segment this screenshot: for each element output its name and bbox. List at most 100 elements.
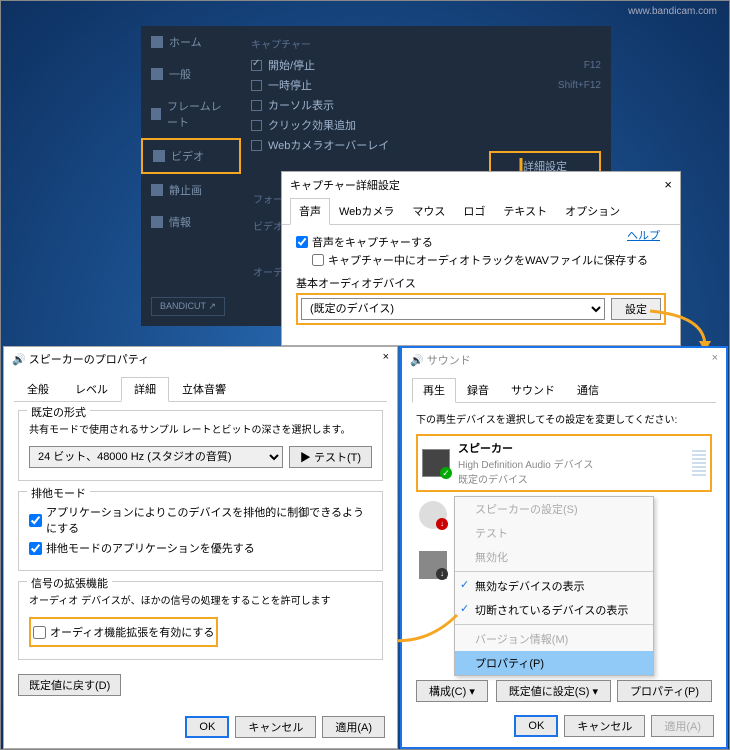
default-format-group: 既定の形式 共有モードで使用されるサンプル レートとビットの深さを選択します。 …	[18, 410, 383, 481]
check-cursor[interactable]: カーソル表示	[251, 95, 601, 115]
checkbox[interactable]	[29, 514, 42, 527]
ok-button[interactable]: OK	[514, 715, 558, 737]
cancel-button[interactable]: キャンセル	[564, 715, 645, 737]
check-label: アプリケーションによりこのデバイスを排他的に制御できるようにする	[46, 504, 372, 536]
menu-test[interactable]: テスト	[455, 521, 653, 545]
test-button[interactable]: ▶ テスト(T)	[289, 446, 372, 468]
check-label: 音声をキャプチャーする	[312, 234, 433, 250]
tab-webcam[interactable]: Webカメラ	[330, 198, 403, 224]
checkbox[interactable]	[33, 626, 46, 639]
tab-recording[interactable]: 録音	[456, 378, 500, 402]
image-icon	[151, 184, 163, 196]
group-title: 排他モード	[27, 485, 90, 501]
dialog-titlebar: キャプチャー詳細設定 ×	[282, 172, 680, 198]
ok-button[interactable]: OK	[185, 716, 229, 738]
tab-spatial[interactable]: 立体音響	[169, 377, 239, 401]
video-icon	[153, 150, 165, 162]
sidebar-video[interactable]: ビデオ	[141, 138, 241, 174]
tab-playback[interactable]: 再生	[412, 378, 456, 403]
sound-desc: 下の再生デバイスを選択してその設定を変更してください:	[416, 411, 712, 426]
close-button[interactable]: ×	[664, 177, 672, 193]
check-label: カーソル表示	[268, 97, 334, 113]
down-arrow-icon: ↓	[436, 518, 448, 530]
apply-button[interactable]: 適用(A)	[322, 716, 385, 738]
bandicut-link[interactable]: BANDICUT ↗	[151, 297, 225, 316]
tab-text[interactable]: テキスト	[494, 198, 556, 224]
check-label: Webカメラオーバーレイ	[268, 137, 389, 153]
check-label: 一時停止	[268, 77, 312, 93]
sidebar-framerate-label: フレームレート	[167, 98, 231, 130]
menu-show-disabled[interactable]: 無効なデバイスの表示	[455, 574, 653, 598]
capture-body: 音声をキャプチャーする キャプチャー中にオーディオトラックをWAVファイルに保存…	[282, 225, 680, 333]
context-menu-area: ↓ ↓ スピーカーの設定(S) テスト 無効化 無効なデバイスの表示 切断されて…	[454, 496, 712, 676]
hotkey: F12	[584, 60, 601, 71]
format-row: 24 ビット、48000 Hz (スタジオの音質) ▶ テスト(T)	[29, 446, 372, 468]
tab-audio[interactable]: 音声	[290, 198, 330, 225]
checkbox-icon	[251, 100, 262, 111]
priority-exclusive-check[interactable]: 排他モードのアプリケーションを優先する	[29, 538, 372, 558]
device-info: スピーカー High Definition Audio デバイス 既定のデバイス	[458, 440, 593, 486]
enhance-desc: オーディオ デバイスが、ほかの信号の処理をすることを許可します	[29, 592, 372, 607]
help-link[interactable]: ヘルプ	[627, 227, 660, 243]
tab-options[interactable]: オプション	[556, 198, 629, 224]
allow-exclusive-check[interactable]: アプリケーションによりこのデバイスを排他的に制御できるようにする	[29, 502, 372, 538]
device-driver: High Definition Audio デバイス	[458, 456, 593, 471]
sidebar-info[interactable]: 情報	[141, 206, 241, 238]
checkbox[interactable]	[29, 542, 42, 555]
menu-configure-speaker[interactable]: スピーカーの設定(S)	[455, 497, 653, 521]
checkbox[interactable]	[296, 236, 308, 248]
cancel-button[interactable]: キャンセル	[235, 716, 316, 738]
close-button[interactable]: ×	[383, 351, 389, 367]
checkbox[interactable]	[312, 254, 324, 266]
tab-communications[interactable]: 通信	[566, 378, 610, 402]
sidebar-home[interactable]: ホーム	[141, 26, 241, 58]
device-group: 基本オーディオデバイス (既定のデバイス) 設定	[296, 275, 666, 325]
format-desc: 共有モードで使用されるサンプル レートとビットの深さを選択します。	[29, 421, 372, 436]
dialog-titlebar: 🔊 サウンド ×	[402, 348, 726, 372]
sidebar-still[interactable]: 静止画	[141, 174, 241, 206]
menu-disable[interactable]: 無効化	[455, 545, 653, 569]
tab-logo[interactable]: ロゴ	[454, 198, 494, 224]
check-click-effect[interactable]: クリック効果追加	[251, 115, 601, 135]
device-speaker[interactable]: スピーカー High Definition Audio デバイス 既定のデバイス	[416, 434, 712, 492]
checkbox-icon	[251, 80, 262, 91]
check-pause[interactable]: 一時停止 Shift+F12	[251, 75, 601, 95]
menu-version[interactable]: バージョン情報(M)	[455, 627, 653, 651]
level-meter-icon	[692, 450, 706, 476]
format-select[interactable]: 24 ビット、48000 Hz (スタジオの音質)	[29, 446, 283, 468]
close-button[interactable]: ×	[712, 352, 718, 368]
tab-mouse[interactable]: マウス	[403, 198, 454, 224]
set-default-button[interactable]: 既定値に設定(S) ▾	[496, 680, 611, 702]
tab-level[interactable]: レベル	[62, 377, 121, 401]
configure-button[interactable]: 構成(C) ▾	[416, 680, 488, 702]
enhancement-group: 信号の拡張機能 オーディオ デバイスが、ほかの信号の処理をすることを許可します …	[18, 581, 383, 660]
audio-label: オーデ	[253, 264, 283, 279]
reset-defaults-button[interactable]: 既定値に戻す(D)	[18, 674, 121, 696]
menu-show-disconnected[interactable]: 切断されているデバイスの表示	[455, 598, 653, 622]
format-label: フォー	[253, 191, 283, 206]
capture-audio-check[interactable]: 音声をキャプチャーする	[296, 233, 666, 251]
checkbox-icon	[251, 120, 262, 131]
check-start-stop[interactable]: 開始/停止F12	[251, 55, 601, 75]
device-select[interactable]: (既定のデバイス)	[301, 298, 605, 320]
sidebar-video-label: ビデオ	[171, 148, 204, 164]
sidebar-general-label: 一般	[169, 66, 191, 82]
apply-button[interactable]: 適用(A)	[651, 715, 714, 737]
group-title: 信号の拡張機能	[27, 575, 112, 591]
hotkey: Shift+F12	[558, 80, 601, 91]
sidebar-framerate[interactable]: フレームレート	[141, 90, 241, 138]
properties-button[interactable]: プロパティ(P)	[617, 680, 712, 702]
tab-detail[interactable]: 詳細	[121, 377, 169, 402]
save-wav-check[interactable]: キャプチャー中にオーディオトラックをWAVファイルに保存する	[312, 251, 666, 269]
sidebar-general[interactable]: 一般	[141, 58, 241, 90]
dialog-title: 🔊 サウンド	[410, 352, 471, 368]
enable-enhance-check[interactable]: オーディオ機能拡張を有効にする	[33, 622, 214, 642]
dialog-buttons: OK キャンセル 適用(A)	[185, 716, 385, 738]
dialog-buttons: OK キャンセル 適用(A)	[514, 715, 714, 737]
menu-properties[interactable]: プロパティ(P)	[455, 651, 653, 675]
tab-sounds[interactable]: サウンド	[500, 378, 566, 402]
tab-general[interactable]: 全般	[14, 377, 62, 401]
sound-dialog: 🔊 サウンド × 再生 録音 サウンド 通信 下の再生デバイスを選択してその設定…	[400, 346, 728, 749]
menu-separator	[455, 571, 653, 572]
speaker-body: 既定の形式 共有モードで使用されるサンプル レートとビットの深さを選択します。 …	[4, 402, 397, 704]
